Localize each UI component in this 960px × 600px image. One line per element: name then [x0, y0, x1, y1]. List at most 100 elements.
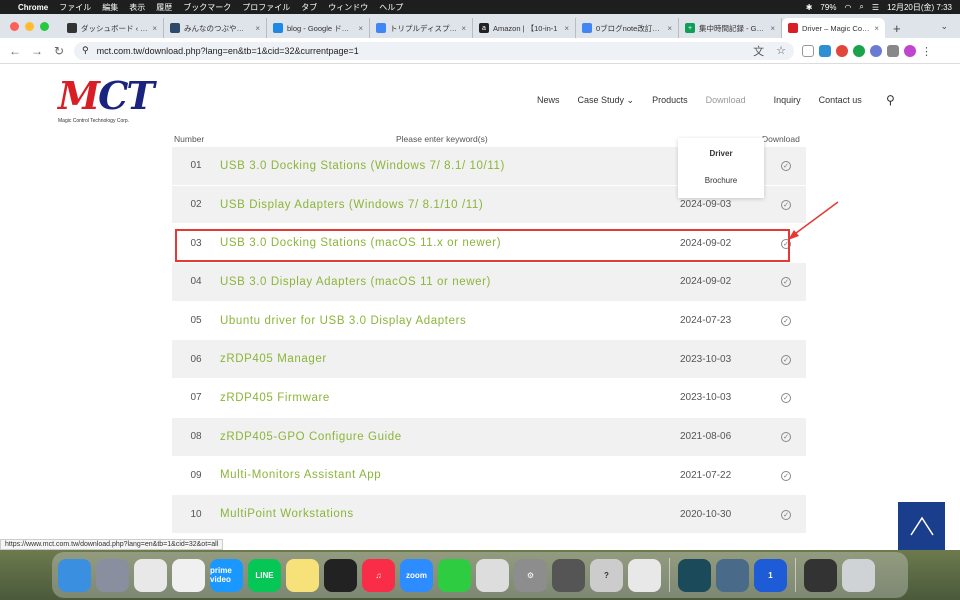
- menu-window[interactable]: ウィンドウ: [328, 2, 368, 13]
- forward-arrow-icon[interactable]: →: [30, 44, 44, 58]
- dock-system-settings-icon[interactable]: ⚙: [514, 558, 547, 592]
- browser-tab[interactable]: 0ブログnote改訂版.d ×: [576, 18, 679, 38]
- zoom-window-button[interactable]: [40, 21, 49, 31]
- address-bar[interactable]: ⚲ mct.com.tw/download.php?lang=en&tb=1&c…: [74, 41, 794, 60]
- profile-avatar[interactable]: [904, 44, 916, 57]
- close-icon[interactable]: ×: [770, 24, 775, 33]
- search-icon[interactable]: ⌕: [859, 2, 863, 12]
- chrome-menu-icon[interactable]: ⋮: [921, 45, 932, 58]
- driver-link[interactable]: USB Display Adapters (Windows 7/ 8.1/10 …: [220, 199, 680, 211]
- table-row[interactable]: 06 zRDP405 Manager 2023-10-03 ✓: [172, 340, 806, 380]
- download-icon[interactable]: ✓: [766, 276, 806, 288]
- dock-zoom-icon[interactable]: zoom: [400, 558, 433, 592]
- dock-mouse-app-icon[interactable]: [476, 558, 509, 592]
- table-row[interactable]: 08 zRDP405-GPO Configure Guide 2021-08-0…: [172, 417, 806, 457]
- driver-link[interactable]: zRDP405 Manager: [220, 353, 680, 365]
- download-icon[interactable]: ✓: [766, 354, 806, 365]
- extensions-puzzle-icon[interactable]: [887, 44, 899, 57]
- extension-purple-icon[interactable]: [870, 44, 882, 57]
- table-row[interactable]: 05 Ubuntu driver for USB 3.0 Display Ada…: [172, 302, 806, 341]
- close-window-button[interactable]: [10, 21, 19, 31]
- dock-notes-icon[interactable]: [286, 558, 319, 592]
- dropdown-item-brochure[interactable]: Brochure: [678, 167, 764, 194]
- driver-link[interactable]: USB 3.0 Docking Stations (macOS 11.x or …: [220, 237, 680, 249]
- url-text[interactable]: mct.com.tw/download.php?lang=en&tb=1&cid…: [97, 46, 359, 56]
- close-icon[interactable]: ×: [461, 24, 466, 33]
- new-tab-button[interactable]: +: [885, 18, 909, 38]
- dock-launchpad-icon[interactable]: [96, 558, 129, 592]
- menu-help[interactable]: ヘルプ: [379, 2, 403, 13]
- dock-app-store-tool-icon[interactable]: [678, 558, 711, 592]
- dock-calculator-icon[interactable]: [552, 558, 585, 592]
- browser-tab-active[interactable]: Driver – Magic Contr ×: [782, 18, 885, 38]
- keyword-search-placeholder[interactable]: Please enter keyword(s): [396, 134, 488, 144]
- dock-downloads-icon[interactable]: [804, 558, 837, 592]
- browser-tab[interactable]: a Amazon | 【10-in-1 ×: [473, 18, 576, 38]
- menu-bookmarks[interactable]: ブックマーク: [183, 2, 231, 13]
- nav-case-study[interactable]: Case Study ⌄: [578, 95, 635, 106]
- reload-icon[interactable]: ↻: [52, 44, 66, 58]
- table-row[interactable]: 04 USB 3.0 Display Adapters (macOS 11 or…: [172, 263, 806, 302]
- menu-profiles[interactable]: プロファイル: [242, 2, 290, 13]
- menubar-clock[interactable]: 12月20日(金) 7:33: [887, 2, 952, 13]
- dock-finder-icon[interactable]: [58, 558, 91, 592]
- download-icon[interactable]: ✓: [766, 470, 806, 481]
- menu-tab[interactable]: タブ: [301, 2, 317, 13]
- driver-link[interactable]: Multi-Monitors Assistant App: [220, 469, 680, 481]
- dock-music-icon[interactable]: ♫: [362, 558, 395, 592]
- table-row[interactable]: 07 zRDP405 Firmware 2023-10-03 ✓: [172, 379, 806, 418]
- dock-chrome-icon[interactable]: [134, 558, 167, 592]
- back-to-top-button[interactable]: [898, 502, 945, 550]
- nav-contact-us[interactable]: Contact us: [819, 95, 862, 106]
- back-arrow-icon[interactable]: ←: [8, 44, 22, 58]
- download-icon[interactable]: ✓: [766, 431, 806, 443]
- download-icon[interactable]: ✓: [766, 509, 806, 520]
- close-icon[interactable]: ×: [152, 24, 157, 33]
- driver-link[interactable]: zRDP405 Firmware: [220, 392, 680, 404]
- dock-clock-icon[interactable]: [324, 558, 357, 592]
- bookmark-star-icon[interactable]: ☆: [776, 44, 786, 57]
- close-icon[interactable]: ×: [667, 24, 672, 33]
- site-search-icon[interactable]: ⚲: [886, 93, 895, 107]
- dock-photos-icon[interactable]: [172, 558, 205, 592]
- menu-view[interactable]: 表示: [129, 2, 145, 13]
- close-icon[interactable]: ×: [255, 24, 260, 33]
- nav-download[interactable]: Download: [706, 95, 746, 106]
- download-icon[interactable]: ✓: [766, 160, 806, 172]
- dock-line-icon[interactable]: LINE: [248, 558, 281, 592]
- menu-edit[interactable]: 編集: [102, 2, 118, 13]
- extension-red-icon[interactable]: [836, 44, 848, 57]
- close-icon[interactable]: ×: [874, 24, 879, 33]
- extension-blue-icon[interactable]: [819, 44, 831, 57]
- download-icon[interactable]: ✓: [766, 315, 806, 327]
- mct-logo[interactable]: MCT Magic Control Technology Corp.: [58, 76, 155, 134]
- dock-prime-video-icon[interactable]: prime video: [210, 558, 243, 592]
- bluetooth-icon[interactable]: ✱: [806, 3, 813, 12]
- table-row[interactable]: 10 MultiPoint Workstations 2020-10-30 ✓: [172, 495, 806, 534]
- browser-tab[interactable]: ダッシュボード ‹ モバ ×: [61, 18, 164, 38]
- dock-quicktime-icon[interactable]: [716, 558, 749, 592]
- dock-facetime-icon[interactable]: [438, 558, 471, 592]
- dock-trash-icon[interactable]: [842, 558, 875, 592]
- driver-link[interactable]: USB 3.0 Docking Stations (Windows 7/ 8.1…: [220, 160, 680, 172]
- menu-file[interactable]: ファイル: [59, 2, 91, 13]
- extension-u-icon[interactable]: [802, 44, 814, 57]
- nav-news[interactable]: News: [537, 95, 560, 106]
- browser-tab[interactable]: + 集中時間記録 - Googl ×: [679, 18, 782, 38]
- menu-history[interactable]: 履歴: [156, 2, 172, 13]
- tab-search-chevron-icon[interactable]: ⌄: [940, 21, 948, 32]
- dock-1password-icon[interactable]: 1: [754, 558, 787, 592]
- driver-link[interactable]: zRDP405-GPO Configure Guide: [220, 431, 680, 443]
- browser-tab[interactable]: みんなのつぶやき | リ ×: [164, 18, 267, 38]
- dropdown-item-driver[interactable]: Driver: [678, 140, 764, 167]
- driver-link[interactable]: Ubuntu driver for USB 3.0 Display Adapte…: [220, 315, 680, 327]
- table-row[interactable]: 03 USB 3.0 Docking Stations (macOS 11.x …: [172, 224, 806, 264]
- browser-tab[interactable]: トリプルディスプレイ ×: [370, 18, 473, 38]
- extension-green-icon[interactable]: [853, 44, 865, 57]
- browser-tab[interactable]: blog - Google ドライ ×: [267, 18, 370, 38]
- translate-icon[interactable]: 文: [753, 43, 764, 59]
- site-info-icon[interactable]: ⚲: [82, 45, 89, 56]
- dock-help-icon[interactable]: ?: [590, 558, 623, 592]
- download-icon[interactable]: ✓: [766, 392, 806, 404]
- nav-products[interactable]: Products: [652, 95, 688, 106]
